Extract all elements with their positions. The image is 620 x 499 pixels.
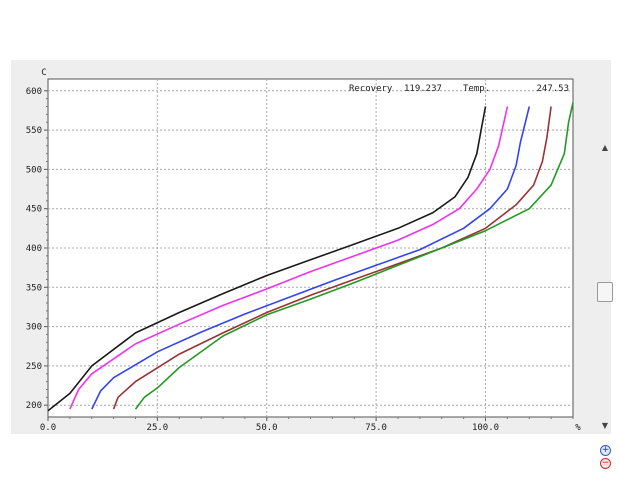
x-axis-ticks: 0.0 25.0 50.0 75.0 100.0: [40, 417, 574, 433]
temp-value: 247.53: [536, 84, 569, 94]
x-tick-label: 100.0: [472, 423, 499, 433]
arrow-up-icon[interactable]: ▲: [597, 142, 613, 154]
temp-label: Temp.: [463, 84, 490, 94]
y-tick-label: 300: [26, 323, 42, 333]
y-tick-label: 600: [26, 87, 42, 97]
plot-area: [47, 78, 574, 418]
zoom-out-icon[interactable]: −: [600, 458, 611, 469]
x-axis-unit: %: [575, 423, 581, 433]
distillation-chart: 0.0 25.0 50.0 75.0 100.0 200 250 300 350 400 450 5…: [26, 68, 582, 433]
x-tick-label: 0.0: [40, 423, 56, 433]
y-axis-ticks: 200 250 300 350 400 450 500 550 600: [26, 87, 48, 411]
scroll-thumb[interactable]: [597, 282, 613, 302]
vertical-scrollbar[interactable]: ▲ ▼ + −: [594, 140, 616, 476]
y-tick-label: 400: [26, 244, 42, 254]
x-tick-label: 50.0: [256, 423, 278, 433]
y-tick-label: 550: [26, 126, 42, 136]
y-tick-label: 450: [26, 205, 42, 215]
recovery-value: 119.237: [404, 84, 442, 94]
x-tick-label: 25.0: [147, 423, 169, 433]
chart-panel: 0.0 25.0 50.0 75.0 100.0 200 250 300 350 400 450 5…: [11, 60, 613, 469]
y-tick-label: 250: [26, 362, 42, 372]
y-tick-label: 500: [26, 165, 42, 175]
y-tick-label: 200: [26, 401, 42, 411]
x-tick-label: 75.0: [365, 423, 387, 433]
arrow-down-icon[interactable]: ▼: [597, 420, 613, 432]
recovery-label: Recovery: [349, 84, 393, 94]
zoom-in-icon[interactable]: +: [600, 445, 611, 456]
y-tick-label: 350: [26, 283, 42, 293]
y-axis-unit: C: [41, 68, 46, 78]
